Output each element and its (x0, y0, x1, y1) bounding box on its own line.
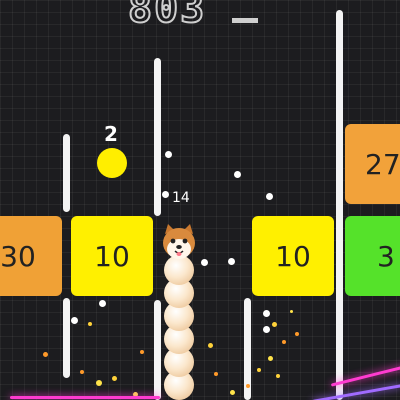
sparkle (276, 374, 280, 378)
block-value: 30 (0, 239, 36, 273)
pellet (234, 171, 241, 178)
pellet (71, 317, 78, 324)
sparkle (80, 370, 84, 374)
sparkle (230, 390, 235, 395)
block-value: 10 (275, 239, 311, 273)
neon-streak (312, 384, 400, 400)
sparkle (208, 343, 213, 348)
sparkle (140, 350, 144, 354)
sparkle (88, 322, 92, 326)
snake-head-dog-icon (163, 224, 195, 259)
sparkle (295, 332, 299, 336)
sparkle (214, 372, 218, 376)
sparkle (257, 368, 261, 372)
sparkle (290, 310, 293, 313)
sparkle (96, 380, 102, 386)
pellet (263, 310, 270, 317)
score-counter: 803 (127, 0, 207, 33)
sparkle (272, 322, 277, 327)
sparkle (282, 340, 286, 344)
ball-value-label: 2 (104, 122, 118, 146)
number-block: 27 (345, 124, 400, 204)
wall (154, 58, 161, 216)
number-block: 3 (345, 216, 400, 296)
pellet (266, 193, 273, 200)
yellow-ball (97, 148, 127, 178)
wall (154, 300, 161, 400)
snake-length-label: 14 (172, 190, 190, 206)
pellet (99, 300, 106, 307)
pellet (228, 258, 235, 265)
pellet (201, 259, 208, 266)
block-value: 3 (377, 239, 395, 273)
game-board[interactable]: 803 30 10 10 27 3 2 14 (0, 0, 400, 400)
block-value: 27 (365, 147, 400, 181)
sparkle (43, 352, 48, 357)
pellet (165, 151, 172, 158)
pellet (263, 326, 270, 333)
score-underscore (232, 18, 258, 23)
number-block: 10 (71, 216, 153, 296)
wall (63, 298, 70, 378)
wall (63, 134, 70, 212)
number-block: 10 (252, 216, 334, 296)
neon-streak (10, 396, 160, 399)
sparkle (112, 376, 117, 381)
pellet (162, 191, 169, 198)
number-block: 30 (0, 216, 62, 296)
sparkle (246, 384, 250, 388)
wall (336, 10, 343, 400)
sparkle (268, 356, 273, 361)
block-value: 10 (94, 239, 130, 273)
